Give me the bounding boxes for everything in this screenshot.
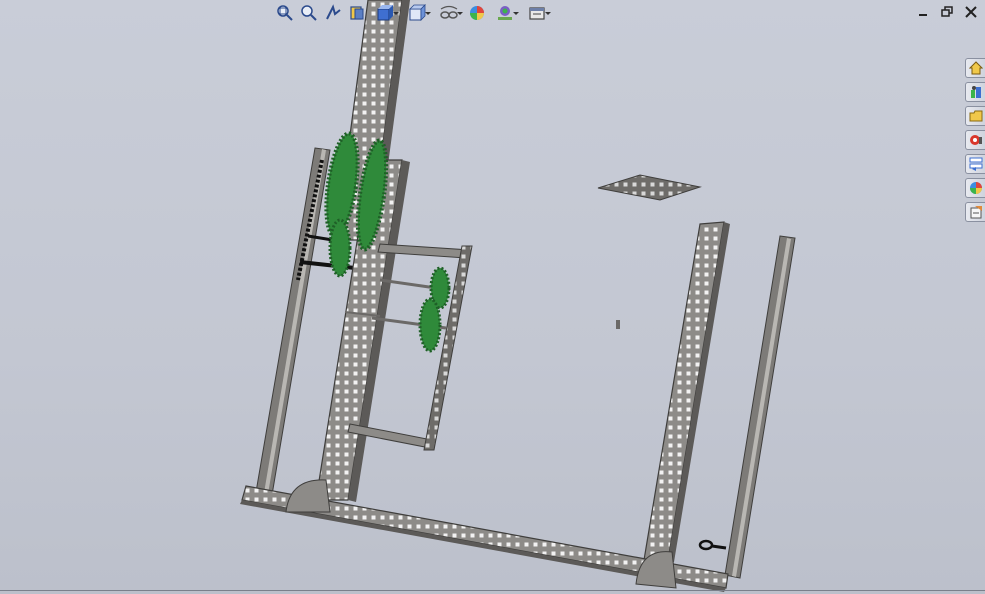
- folder-icon: [969, 110, 982, 122]
- restore-button[interactable]: [939, 4, 955, 20]
- restore-icon: [941, 6, 953, 17]
- display-style-button[interactable]: [402, 2, 432, 24]
- tab-view-palette[interactable]: [965, 154, 985, 174]
- tab-solidworks-resources[interactable]: [965, 58, 985, 78]
- tab-design-library[interactable]: [965, 82, 985, 102]
- window-controls: [915, 4, 979, 20]
- view-orientation-icon: [377, 5, 393, 21]
- section-view-button[interactable]: [346, 2, 368, 24]
- hide-show-items-icon: [440, 5, 458, 19]
- close-icon: [965, 6, 977, 18]
- search-icon: [969, 135, 982, 145]
- view-palette-icon: [969, 157, 982, 171]
- close-button[interactable]: [963, 4, 979, 20]
- task-pane-tabs: [965, 58, 985, 226]
- tab-custom-properties[interactable]: [965, 202, 985, 222]
- edit-appearance-button[interactable]: [466, 2, 488, 24]
- apply-scene-button[interactable]: [490, 2, 520, 24]
- right-rear-rail[interactable]: [724, 235, 796, 579]
- previous-view-button[interactable]: [322, 2, 344, 24]
- view-settings-icon: [529, 7, 545, 20]
- minimize-button[interactable]: [915, 4, 931, 20]
- tab-search[interactable]: [965, 130, 985, 150]
- previous-view-icon: [326, 4, 341, 20]
- zoom-to-area-button[interactable]: [298, 2, 320, 24]
- appearances-icon: [969, 182, 982, 194]
- edit-appearance-icon: [470, 6, 484, 20]
- front-right-upright[interactable]: [643, 221, 730, 562]
- display-style-icon: [409, 4, 426, 21]
- tab-appearances-scenes[interactable]: [965, 178, 985, 198]
- section-view-icon: [350, 6, 364, 20]
- floating-plate[interactable]: [597, 174, 702, 201]
- left-rear-rail[interactable]: [255, 147, 331, 496]
- model-viewport[interactable]: [0, 0, 985, 594]
- small-link[interactable]: [698, 539, 727, 551]
- custom-properties-icon: [970, 206, 982, 219]
- viewport-bottom-border: [0, 590, 985, 591]
- loose-screw[interactable]: [616, 320, 620, 329]
- apply-scene-icon: [498, 6, 512, 20]
- view-settings-button[interactable]: [522, 2, 552, 24]
- zoom-to-fit-button[interactable]: [274, 2, 296, 24]
- tab-file-explorer[interactable]: [965, 106, 985, 126]
- heads-up-view-toolbar: [274, 2, 552, 24]
- hide-show-items-button[interactable]: [434, 2, 464, 24]
- minimize-icon: [919, 14, 927, 16]
- zoom-to-fit-icon: [277, 5, 293, 21]
- view-orientation-button[interactable]: [370, 2, 400, 24]
- home-icon: [968, 61, 983, 75]
- design-library-icon: [970, 86, 981, 98]
- zoom-to-area-icon: [301, 5, 317, 21]
